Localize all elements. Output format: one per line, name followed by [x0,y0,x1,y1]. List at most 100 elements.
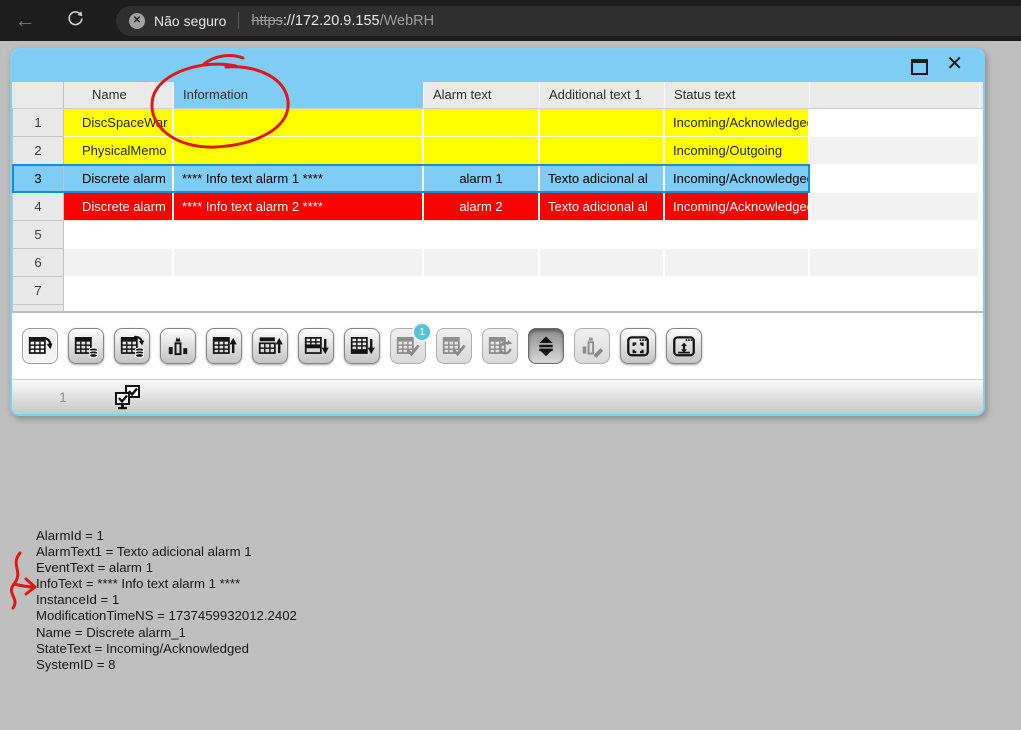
cell-status [665,221,810,249]
table-page-down-icon [304,337,329,355]
cell-status: Incoming/Outgoing [665,137,810,165]
table-row[interactable]: 4 Discrete alarm **** Info text alarm 2 **… [12,193,983,221]
cell-name: Discrete alarm [64,193,174,221]
column-header-trail[interactable] [810,82,980,108]
url-scheme: https [251,12,283,29]
cell-alarm [424,249,540,277]
cell-alarm [424,221,540,249]
attribute-line: SystemID = 8 [36,656,116,672]
alarm-attributes-text: AlarmId = 1 AlarmText1 = Texto adicional … [36,528,297,673]
table-row[interactable]: 1 DiscSpaceWar Incoming/Acknowledged [12,109,983,137]
table-header-row: Name Information Alarm text Additional text… [12,82,983,109]
cell-alarm [424,277,540,305]
browser-refresh-icon[interactable] [58,9,92,33]
acknowledge-all-button [436,328,472,364]
archive-export-button[interactable] [114,328,150,364]
partial-row [12,305,983,313]
statistics-chart-icon [168,337,188,356]
fullscreen-icon [627,336,649,357]
close-icon[interactable]: ✕ [946,54,963,74]
cell-add1: Texto adicional al [540,165,665,193]
cell-info [174,137,424,165]
pending-count-badge: 1 [412,322,432,342]
url-host: ://172.20.9.155 [282,12,380,29]
not-secure-label: Não seguro [154,12,227,29]
acknowledge-button: 1 [390,322,432,364]
table-row[interactable]: 2 PhysicalMemo Incoming/Outgoing [12,137,983,165]
cell-info [174,221,424,249]
url-path: /WebRH [379,12,435,29]
table-archive-button[interactable] [68,328,104,364]
table-scroll-bottom-icon [350,337,375,355]
cell-alarm [424,137,540,165]
cell-status [665,249,810,277]
attribute-line: ModificationTimeNS = 1737459932012.2402 [36,608,297,624]
cell-alarm [424,109,540,137]
cell-num: 1 [12,109,64,137]
table-row[interactable]: 7 [12,277,983,305]
cell-num: 4 [12,193,64,221]
cell-trail [810,109,980,137]
cell-trail [810,165,980,193]
cell-status: Incoming/Acknowledged [665,165,810,193]
table-stack-export-icon [120,335,145,358]
cell-status [665,277,810,305]
cell-num: 2 [12,137,64,165]
cell-name [64,277,174,305]
scroll-bottom-button[interactable] [344,328,380,364]
attribute-line: AlarmText1 = Texto adicional alarm 1 [36,544,252,560]
table-row[interactable]: 3 Discrete alarm **** Info text alarm 1 **… [12,164,983,193]
cell-num: 3 [12,165,64,193]
fullscreen-button[interactable] [620,328,656,364]
monitors-check-icon [112,383,146,414]
reset-button [482,328,518,364]
cell-name [64,249,174,277]
column-header-num [12,82,64,108]
maximize-icon[interactable] [911,59,928,75]
address-divider [238,12,240,29]
attribute-line: InstanceId = 1 [36,592,120,608]
cell-info: **** Info text alarm 2 **** [174,193,424,221]
panel-titlebar[interactable]: ✕ [12,50,983,82]
page-up-button[interactable] [252,328,288,364]
table-row[interactable]: 5 [12,221,983,249]
cell-num: 7 [12,277,64,305]
column-header-status[interactable]: Status text [665,82,810,108]
column-header-add1[interactable]: Additional text 1 [540,82,665,108]
cell-trail [810,249,980,277]
red-arrow-annotation [9,551,22,610]
edit-statistics-button [574,328,610,364]
address-bar[interactable]: ✕ Não seguro https://172.20.9.155/WebRH [116,5,1021,36]
cell-trail [810,277,980,305]
column-header-info[interactable]: Information [174,82,424,108]
column-header-alarm[interactable]: Alarm text [424,82,540,108]
browser-back-icon[interactable]: ← [8,9,42,33]
cell-name [64,221,174,249]
not-secure-icon[interactable]: ✕ [129,12,145,29]
table-export-icon [28,336,53,354]
table-stack-icon [74,337,99,358]
cell-add1 [540,137,665,165]
statistics-button[interactable] [160,328,196,364]
page-number: 1 [59,389,67,405]
sort-arrows-icon [539,336,553,357]
autoscroll-button[interactable] [528,328,564,364]
attribute-line: AlarmId = 1 [36,528,104,543]
cell-trail [810,193,980,221]
statistics-edit-icon [582,336,604,358]
url-text[interactable]: https://172.20.9.155/WebRH [251,13,434,29]
scroll-top-button[interactable] [206,328,242,364]
cell-alarm: alarm 1 [424,165,540,193]
attribute-line: EventText = alarm 1 [36,560,153,576]
cell-name: DiscSpaceWar [64,109,174,137]
cell-status: Incoming/Acknowledged [665,193,810,221]
export-table-button[interactable] [22,328,58,364]
cell-add1 [540,277,665,305]
table-row[interactable]: 6 [12,249,983,277]
column-header-name[interactable]: Name [64,82,174,108]
cell-name: Discrete alarm [64,165,174,193]
window-resize-button[interactable] [666,328,702,364]
statusbar: 1 [12,379,983,414]
page-down-button[interactable] [298,328,334,364]
cell-add1 [540,249,665,277]
